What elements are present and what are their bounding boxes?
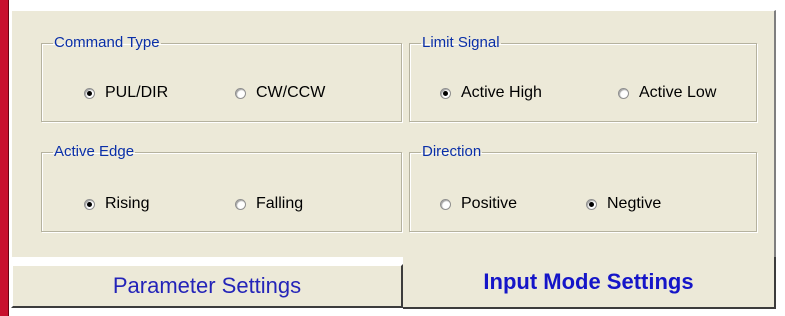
- radio-negtive-indicator[interactable]: [586, 198, 597, 210]
- command-type-group: Command Type PUL/DIR CW/CCW: [41, 35, 402, 122]
- direction-group: Direction Positive Negtive: [409, 144, 757, 232]
- radio-active-low[interactable]: Active Low: [618, 84, 716, 102]
- radio-positive-indicator[interactable]: [440, 198, 451, 210]
- radio-active-high-indicator[interactable]: [440, 87, 451, 99]
- radio-falling-label: Falling: [256, 195, 304, 212]
- tab-input-mode-settings-label: Input Mode Settings: [483, 269, 694, 294]
- tab-parameter-settings[interactable]: Parameter Settings: [11, 264, 403, 308]
- radio-active-low-label: Active Low: [639, 84, 717, 101]
- radio-negtive[interactable]: Negtive: [586, 195, 661, 213]
- radio-active-low-indicator[interactable]: [618, 87, 629, 99]
- radio-negtive-label: Negtive: [607, 195, 662, 212]
- direction-title: Direction: [422, 143, 482, 160]
- radio-rising[interactable]: Rising: [84, 195, 149, 213]
- radio-active-high[interactable]: Active High: [440, 84, 542, 102]
- radio-positive[interactable]: Positive: [440, 195, 517, 213]
- tab-parameter-settings-label: Parameter Settings: [112, 273, 302, 298]
- radio-pul-dir[interactable]: PUL/DIR: [84, 84, 168, 102]
- tab-input-mode-settings[interactable]: Input Mode Settings: [403, 257, 776, 309]
- input-mode-settings-window: Command Type PUL/DIR CW/CCW Limit Signal…: [0, 0, 785, 316]
- radio-rising-label: Rising: [105, 195, 150, 212]
- window-left-edge: [0, 0, 9, 316]
- radio-active-high-label: Active High: [461, 84, 542, 101]
- radio-cw-ccw[interactable]: CW/CCW: [235, 84, 325, 102]
- radio-cw-ccw-label: CW/CCW: [256, 84, 326, 101]
- radio-pul-dir-indicator[interactable]: [84, 87, 95, 99]
- limit-signal-group: Limit Signal Active High Active Low: [409, 35, 757, 122]
- radio-falling[interactable]: Falling: [235, 195, 303, 213]
- tab-strip-divider: [11, 309, 776, 311]
- radio-cw-ccw-indicator[interactable]: [235, 87, 246, 99]
- command-type-title: Command Type: [54, 34, 160, 51]
- radio-positive-label: Positive: [461, 195, 518, 212]
- radio-rising-indicator[interactable]: [84, 198, 95, 210]
- settings-panel: Command Type PUL/DIR CW/CCW Limit Signal…: [11, 10, 776, 257]
- active-edge-title: Active Edge: [54, 143, 135, 160]
- limit-signal-title: Limit Signal: [422, 34, 500, 51]
- radio-falling-indicator[interactable]: [235, 198, 246, 210]
- radio-pul-dir-label: PUL/DIR: [105, 84, 169, 101]
- active-edge-group: Active Edge Rising Falling: [41, 144, 402, 232]
